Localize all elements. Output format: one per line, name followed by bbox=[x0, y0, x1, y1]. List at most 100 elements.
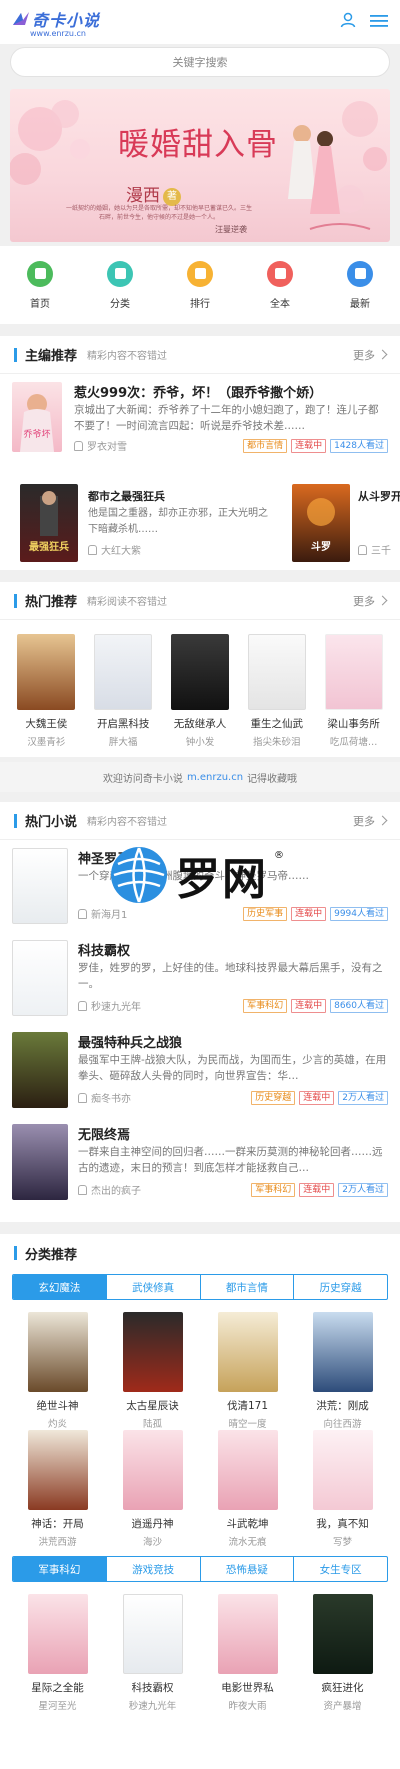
book-card[interactable]: 洪荒：刚成向往西游 bbox=[303, 1312, 383, 1430]
tab-junshi[interactable]: 军事科幻 bbox=[13, 1557, 107, 1581]
book-author: 流水无痕 bbox=[228, 1537, 267, 1548]
book-card[interactable]: 我，真不知 写梦 bbox=[303, 1430, 383, 1548]
tab-xuanhuan[interactable]: 玄幻魔法 bbox=[13, 1275, 107, 1299]
book-card[interactable]: 电影世界私 昨夜大雨 bbox=[208, 1594, 288, 1712]
more-link[interactable]: 更多 bbox=[353, 813, 388, 829]
logo-bird-icon bbox=[12, 11, 30, 27]
book-card[interactable]: 斗罗 从斗罗开始 三千 bbox=[292, 484, 400, 564]
novel-list-item[interactable]: 科技霸权 罗佳，姓罗的罗，上好佳的佳。地球科技界最大幕后黑手，没有之一。 秒速九… bbox=[12, 940, 388, 1025]
section-subtitle: 精彩内容不容错过 bbox=[87, 817, 168, 828]
section-subtitle: 精彩阅读不容错过 bbox=[87, 597, 168, 608]
book-author: 秒速九光年 bbox=[91, 1002, 141, 1013]
book-card[interactable]: 神话：开局 洪荒西游 bbox=[18, 1430, 98, 1548]
section-title: 主编推荐 bbox=[25, 349, 78, 364]
book-card[interactable]: 疯狂进化 资产暴增 bbox=[303, 1594, 383, 1712]
book-author: 洪荒西游 bbox=[38, 1537, 77, 1548]
book-card[interactable]: 绝世斗神 灼炎 bbox=[18, 1312, 98, 1430]
author-icon bbox=[78, 908, 87, 919]
book-card[interactable]: 斗武乾坤 流水无痕 bbox=[208, 1430, 288, 1548]
book-card[interactable]: 科技霸权 秒速九光年 bbox=[113, 1594, 193, 1712]
nav-category[interactable]: 分类 bbox=[80, 246, 160, 324]
search-input[interactable]: 关键字搜索 bbox=[10, 47, 390, 77]
book-card[interactable]: 重生之仙武 指尖朱砂泪 bbox=[244, 634, 310, 748]
book-title: 洪荒：刚成 bbox=[316, 1400, 369, 1412]
nav-latest[interactable]: 最新 bbox=[320, 246, 400, 324]
book-author: 资产暴增 bbox=[323, 1701, 362, 1712]
tab-dushi[interactable]: 都市言情 bbox=[201, 1275, 295, 1299]
book-title: 太古星辰诀 bbox=[126, 1400, 179, 1412]
banner-publisher: 汪曼逆袭 bbox=[215, 225, 247, 234]
featured-book[interactable]: 乔爷坏 惹火999次：乔爷，坏！（跟乔爷撒个娇） 京城出了大新闻：乔爷养了十二年… bbox=[12, 382, 388, 464]
tab-nvsheng[interactable]: 女生专区 bbox=[294, 1557, 387, 1581]
readers-tag: 1428人看过 bbox=[330, 438, 388, 453]
tab-kongbu[interactable]: 恐怖悬疑 bbox=[201, 1557, 295, 1581]
book-cover bbox=[27, 1594, 88, 1674]
book-desc: 京城出了大新闻：乔爷养了十二年的小媳妇跑了，跑了！连儿子都不要了！一时间流言四起… bbox=[74, 404, 379, 432]
book-card[interactable]: 梁山事务所 吃瓜荷塘… bbox=[321, 634, 387, 748]
book-title: 都市之最强狂兵 bbox=[88, 490, 165, 503]
status-tag: 连载中 bbox=[291, 438, 327, 453]
main-nav: 首页 分类 排行 全本 最新 bbox=[0, 246, 400, 324]
book-card[interactable]: 星际之全能 星河至光 bbox=[18, 1594, 98, 1712]
banner-blurb: 一纸契约的婚姻，她以为只是各取所需，却不知他早已蓄谋已久。三生石畔，前世今生，他… bbox=[65, 205, 252, 221]
book-card[interactable]: 无敌继承人 钟小发 bbox=[167, 634, 233, 748]
book-cover bbox=[170, 634, 229, 710]
book-cover bbox=[12, 848, 68, 924]
book-author: 大红大紫 bbox=[101, 546, 141, 557]
logo-text: 奇卡小说 bbox=[32, 10, 101, 30]
book-cover bbox=[122, 1430, 183, 1510]
book-author: 灼炎 bbox=[47, 1419, 67, 1430]
tab-wuxia[interactable]: 武侠修真 bbox=[107, 1275, 201, 1299]
book-cover bbox=[12, 1032, 68, 1108]
book-cover bbox=[12, 940, 68, 1016]
book-card[interactable]: 大魏王侯 汉墨青衫 bbox=[13, 634, 79, 748]
site-logo[interactable]: 奇卡小说 www.enrzu.cn bbox=[12, 7, 100, 38]
nav-complete[interactable]: 全本 bbox=[240, 246, 320, 324]
menu-icon[interactable] bbox=[370, 13, 388, 32]
book-title: 斗武乾坤 bbox=[226, 1518, 269, 1530]
nav-home[interactable]: 首页 bbox=[0, 246, 80, 324]
book-cover: 乔爷坏 bbox=[12, 382, 62, 452]
book-author: 海沙 bbox=[142, 1537, 162, 1548]
novel-list-item[interactable]: 无限终焉 一群来自主神空间的回归者……一群来历莫测的神秘轮回者……远古的遗迹，末… bbox=[12, 1124, 388, 1209]
hero-banner[interactable]: 暖婚甜入骨 漫西著 一纸契约的婚姻，她以为只是各取所需，却不知他早已蓄谋已久。三… bbox=[10, 89, 390, 242]
author-icon bbox=[78, 1184, 87, 1195]
status-tag: 连载中 bbox=[291, 906, 327, 921]
book-author: 指尖朱砂泪 bbox=[253, 737, 301, 748]
book-card[interactable]: 逍遥丹神 海沙 bbox=[113, 1430, 193, 1548]
book-author: 向往西游 bbox=[323, 1419, 362, 1430]
user-icon[interactable] bbox=[340, 12, 356, 32]
readers-tag: 2万人看过 bbox=[338, 1182, 388, 1197]
tab-lishi[interactable]: 历史穿越 bbox=[294, 1275, 387, 1299]
more-link[interactable]: 更多 bbox=[353, 593, 388, 609]
chevron-right-icon bbox=[377, 815, 388, 826]
book-title: 科技霸权 bbox=[131, 1682, 174, 1694]
novel-list-item[interactable]: 最强特种兵之战狼 最强军中王牌-战狼大队，为民而战，为国而生，少言的英雄，在用拳… bbox=[12, 1032, 388, 1117]
book-card[interactable]: 太古星辰诀 陆孤 bbox=[113, 1312, 193, 1430]
book-desc: 一群来自主神空间的回归者……一群来历莫测的神秘轮回者……远古的遗迹，末日的预言！… bbox=[78, 1146, 383, 1174]
nav-ranking[interactable]: 排行 bbox=[160, 246, 240, 324]
book-cover: 最强狂兵 bbox=[20, 484, 78, 562]
site-domain[interactable]: m.enrzu.cn bbox=[187, 772, 243, 783]
readers-tag: 8660人看过 bbox=[330, 998, 388, 1013]
author-icon bbox=[78, 1000, 87, 1011]
more-link[interactable]: 更多 bbox=[353, 347, 388, 363]
watermark-logo: 罗网 ® bbox=[108, 840, 288, 910]
svg-text:最强狂兵: 最强狂兵 bbox=[29, 540, 69, 553]
top-header: 奇卡小说 www.enrzu.cn bbox=[0, 0, 400, 44]
banner-title: 暖婚甜入骨 bbox=[118, 127, 278, 163]
book-card[interactable]: 最强狂兵 都市之最强狂兵 他是国之重器，却亦正亦邪，正大光明之下暗藏杀机…… 大… bbox=[12, 484, 268, 564]
ranking-icon bbox=[187, 260, 213, 287]
book-author: 吃瓜荷塘… bbox=[329, 737, 378, 748]
book-title: 我，真不知 bbox=[316, 1518, 369, 1530]
latest-icon bbox=[347, 260, 373, 287]
book-card[interactable]: 伐清171 晴空一度 bbox=[208, 1312, 288, 1430]
author-icon bbox=[358, 544, 367, 555]
author-icon bbox=[88, 544, 97, 555]
book-card[interactable]: 开启黑科技 胖大福 bbox=[90, 634, 156, 748]
page: { "header": { "logo_text": "奇卡小说", "logo… bbox=[0, 0, 400, 1769]
chevron-right-icon bbox=[377, 595, 388, 606]
chevron-right-icon bbox=[377, 349, 388, 360]
tab-youxi[interactable]: 游戏竞技 bbox=[107, 1557, 201, 1581]
home-icon bbox=[27, 260, 53, 287]
